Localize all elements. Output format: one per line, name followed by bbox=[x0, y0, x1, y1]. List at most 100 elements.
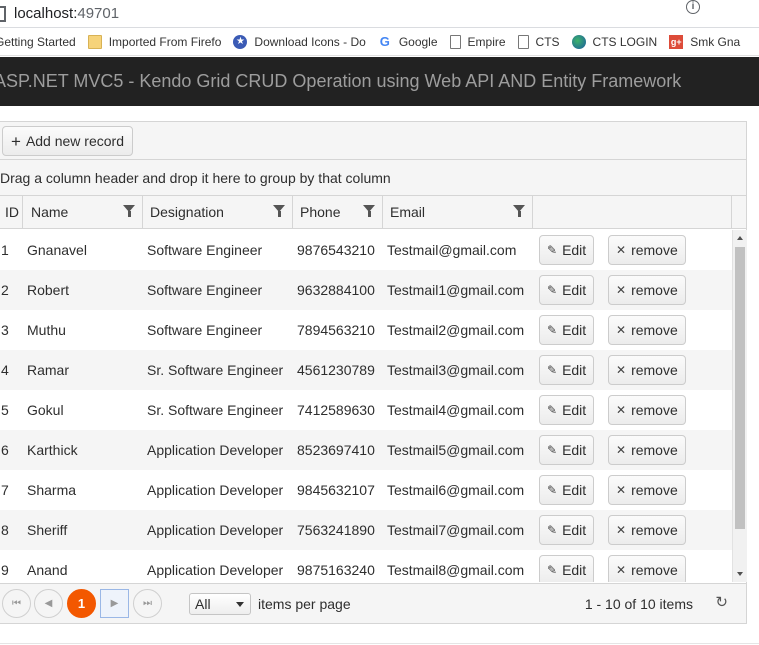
edit-button[interactable]: ✎ Edit bbox=[539, 435, 595, 465]
app-title[interactable]: ASP.NET MVC5 - Kendo Grid CRUD Operation… bbox=[0, 71, 681, 91]
table-row[interactable]: 3 Muthu Software Engineer 7894563210 Testmai… bbox=[0, 310, 732, 350]
first-page-button[interactable]: ⏮ bbox=[2, 589, 31, 618]
edit-button[interactable]: ✎ Edit bbox=[539, 315, 595, 345]
scroll-thumb[interactable] bbox=[735, 247, 745, 529]
column-header-commands bbox=[533, 196, 732, 228]
filter-icon[interactable] bbox=[273, 205, 285, 217]
remove-button[interactable]: ✕ remove bbox=[608, 555, 686, 582]
bookmark-google[interactable]: G Google bbox=[378, 33, 438, 49]
edit-button[interactable]: ✎ Edit bbox=[539, 475, 595, 505]
table-row[interactable]: 2 Robert Software Engineer 9632884100 Testma… bbox=[0, 270, 732, 310]
column-header-email[interactable]: Email bbox=[383, 196, 533, 228]
filter-icon[interactable] bbox=[123, 205, 135, 217]
cell-id: 4 bbox=[1, 362, 9, 378]
close-icon: ✕ bbox=[616, 323, 627, 337]
bookmark-download-icons[interactable]: ★ Download Icons - Do bbox=[233, 34, 366, 49]
edit-button[interactable]: ✎ Edit bbox=[539, 515, 595, 545]
column-header-name[interactable]: Name bbox=[23, 196, 143, 228]
gplus-icon: g+ bbox=[669, 34, 684, 49]
cell-name: Anand bbox=[27, 562, 68, 578]
cell-email: Testmail1@gmail.com bbox=[387, 282, 525, 298]
cell-name: Karthick bbox=[27, 442, 78, 458]
home-icon[interactable] bbox=[0, 5, 6, 22]
info-icon[interactable]: i bbox=[686, 0, 700, 14]
cell-id: 3 bbox=[1, 322, 9, 338]
group-drop-area[interactable]: Drag a column header and drop it here to… bbox=[0, 160, 746, 196]
bookmark-imported[interactable]: Imported From Firefo bbox=[87, 34, 221, 49]
pencil-icon: ✎ bbox=[547, 403, 558, 417]
url-port: 49701 bbox=[77, 5, 120, 22]
edit-label: Edit bbox=[562, 242, 587, 258]
cell-phone: 8523697410 bbox=[297, 442, 375, 458]
remove-label: remove bbox=[631, 522, 678, 538]
bookmark-label: CTS bbox=[535, 34, 560, 49]
pencil-icon: ✎ bbox=[547, 323, 558, 337]
bookmark-getting-started[interactable]: Getting Started bbox=[0, 35, 76, 49]
close-icon: ✕ bbox=[616, 283, 627, 297]
address-bar[interactable]: i localhost: 49701 bbox=[0, 0, 759, 28]
first-page-icon: ⏮ bbox=[12, 598, 21, 609]
bookmark-smk[interactable]: g+ Smk Gna bbox=[669, 34, 741, 49]
add-record-button[interactable]: + Add new record bbox=[2, 126, 133, 156]
bookmark-empire[interactable]: Empire bbox=[449, 34, 506, 49]
remove-button[interactable]: ✕ remove bbox=[608, 395, 686, 425]
cell-name: Sheriff bbox=[27, 522, 68, 538]
table-row[interactable]: 5 Gokul Sr. Software Engineer 7412589630 Tes… bbox=[0, 390, 732, 430]
scroll-down-icon[interactable] bbox=[737, 572, 743, 576]
remove-label: remove bbox=[631, 562, 678, 578]
remove-button[interactable]: ✕ remove bbox=[608, 355, 686, 385]
edit-label: Edit bbox=[562, 522, 587, 538]
table-row[interactable]: 8 Sheriff Application Developer 7563241890 T… bbox=[0, 510, 732, 550]
previous-page-button[interactable]: ◀ bbox=[34, 589, 63, 618]
table-row[interactable]: 6 Karthick Application Developer 8523697410… bbox=[0, 430, 732, 470]
vertical-scrollbar[interactable] bbox=[732, 230, 747, 582]
edit-button[interactable]: ✎ Edit bbox=[539, 275, 595, 305]
edit-button[interactable]: ✎ Edit bbox=[539, 555, 595, 582]
cell-email: Testmail2@gmail.com bbox=[387, 322, 525, 338]
column-header-designation[interactable]: Designation bbox=[143, 196, 293, 228]
current-page-button[interactable]: 1 bbox=[67, 589, 96, 618]
kendo-grid: + Add new record Drag a column header an… bbox=[0, 121, 747, 624]
edit-label: Edit bbox=[562, 562, 587, 578]
refresh-icon[interactable]: ↻ bbox=[715, 584, 728, 622]
scroll-up-icon[interactable] bbox=[737, 236, 743, 240]
cell-phone: 9876543210 bbox=[297, 242, 375, 258]
page-size-select[interactable]: All bbox=[189, 593, 251, 615]
remove-label: remove bbox=[631, 242, 678, 258]
remove-label: remove bbox=[631, 322, 678, 338]
remove-button[interactable]: ✕ remove bbox=[608, 435, 686, 465]
pencil-icon: ✎ bbox=[547, 363, 558, 377]
remove-button[interactable]: ✕ remove bbox=[608, 475, 686, 505]
bookmark-cts-login[interactable]: CTS LOGIN bbox=[571, 34, 657, 49]
remove-button[interactable]: ✕ remove bbox=[608, 235, 686, 265]
cell-email: Testmail8@gmail.com bbox=[387, 562, 525, 578]
column-header-phone[interactable]: Phone bbox=[293, 196, 383, 228]
bookmark-label: Smk Gna bbox=[690, 34, 741, 49]
table-row[interactable]: 4 Ramar Sr. Software Engineer 4561230789 Tes… bbox=[0, 350, 732, 390]
edit-label: Edit bbox=[562, 282, 587, 298]
edit-button[interactable]: ✎ Edit bbox=[539, 235, 595, 265]
google-icon: G bbox=[379, 33, 390, 49]
table-row[interactable]: 1 Gnanavel Software Engineer 9876543210 Test… bbox=[0, 230, 732, 270]
filter-icon[interactable] bbox=[363, 205, 375, 217]
remove-label: remove bbox=[631, 402, 678, 418]
last-page-button[interactable]: ⏭ bbox=[133, 589, 162, 618]
bookmark-label: Empire bbox=[467, 34, 506, 49]
page-divider bbox=[0, 643, 759, 644]
column-header-id[interactable]: ID bbox=[0, 196, 23, 228]
grid-body: 1 Gnanavel Software Engineer 9876543210 Test… bbox=[0, 230, 732, 582]
grid-toolbar: + Add new record bbox=[0, 122, 746, 160]
remove-button[interactable]: ✕ remove bbox=[608, 275, 686, 305]
filter-icon[interactable] bbox=[513, 205, 525, 217]
remove-button[interactable]: ✕ remove bbox=[608, 515, 686, 545]
edit-button[interactable]: ✎ Edit bbox=[539, 355, 595, 385]
cell-phone: 7563241890 bbox=[297, 522, 375, 538]
pager-info: 1 - 10 of 10 items bbox=[584, 596, 693, 612]
edit-button[interactable]: ✎ Edit bbox=[539, 395, 595, 425]
table-row[interactable]: 9 Anand Application Developer 9875163240 Tes… bbox=[0, 550, 732, 582]
grid-header: ID Name Designation Phone Email bbox=[0, 196, 746, 229]
bookmark-cts[interactable]: CTS bbox=[517, 34, 560, 49]
next-page-button[interactable]: ▶ bbox=[100, 589, 129, 618]
remove-button[interactable]: ✕ remove bbox=[608, 315, 686, 345]
table-row[interactable]: 7 Sharma Application Developer 9845632107 Te… bbox=[0, 470, 732, 510]
